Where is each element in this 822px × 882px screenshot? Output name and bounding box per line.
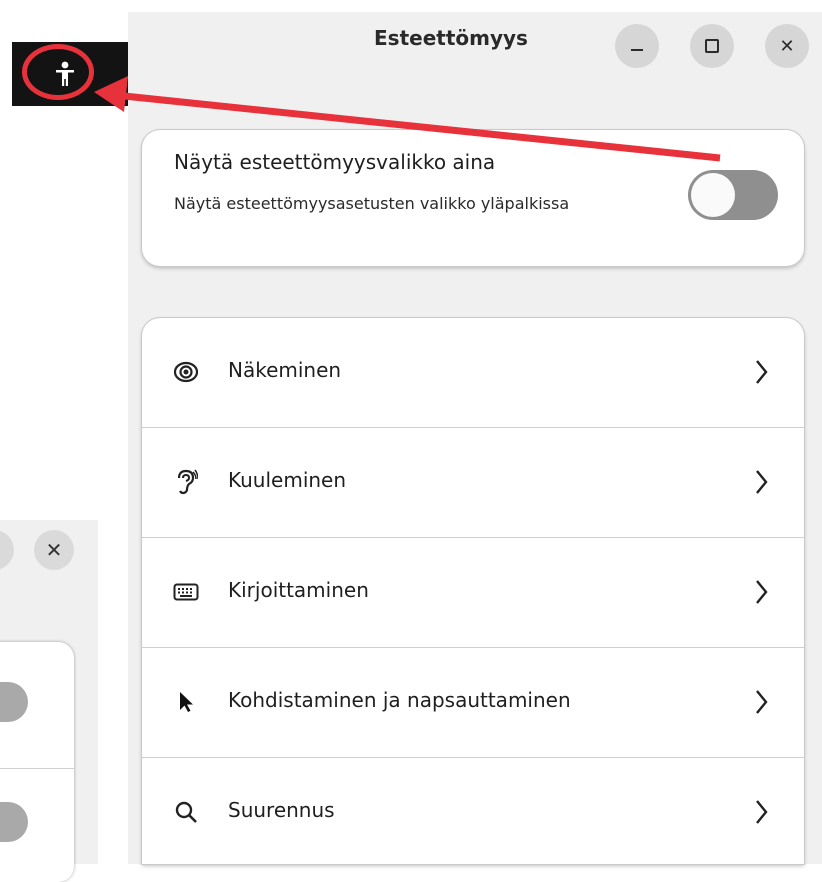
pointer-icon (172, 688, 200, 716)
background-maximize-button[interactable] (0, 530, 14, 570)
background-toggle-1[interactable] (0, 682, 28, 722)
background-close-button[interactable]: ✕ (34, 530, 74, 570)
minimize-icon (631, 49, 643, 51)
category-label: Kuuleminen (228, 468, 347, 492)
background-settings-card (0, 642, 74, 882)
chevron-right-icon (756, 470, 768, 494)
category-label: Kohdistaminen ja napsauttaminen (228, 688, 571, 712)
chevron-right-icon (756, 800, 768, 824)
window-title: Esteettömyys (374, 26, 528, 50)
ear-icon (172, 468, 200, 496)
eye-icon (172, 358, 200, 386)
category-label: Suurennus (228, 798, 335, 822)
category-row-nakeminen[interactable]: Näkeminen (142, 318, 804, 428)
close-icon: ✕ (45, 538, 63, 562)
chevron-right-icon (756, 690, 768, 714)
category-list: Näkeminen Kuuleminen Kirjoittaminen Kohd… (142, 318, 804, 864)
category-label: Kirjoittaminen (228, 578, 369, 602)
category-row-kuuleminen[interactable]: Kuuleminen (142, 428, 804, 538)
chevron-right-icon (756, 580, 768, 604)
always-show-menu-toggle[interactable] (688, 170, 778, 220)
always-show-menu-title: Näytä esteettömyysvalikko aina (174, 150, 496, 174)
minimize-button[interactable] (615, 24, 659, 68)
accessibility-window: Esteettömyys ✕ Näytä esteettömyysvalikko… (128, 12, 822, 864)
maximize-button[interactable] (690, 24, 734, 68)
maximize-icon (705, 39, 719, 53)
close-button[interactable]: ✕ (765, 24, 809, 68)
chevron-right-icon (756, 360, 768, 384)
annotation-circle (22, 44, 94, 100)
magnifier-icon (172, 798, 200, 826)
category-row-kohdistaminen[interactable]: Kohdistaminen ja napsauttaminen (142, 648, 804, 758)
category-row-kirjoittaminen[interactable]: Kirjoittaminen (142, 538, 804, 648)
category-label: Näkeminen (228, 358, 342, 382)
close-icon: ✕ (779, 35, 795, 57)
background-toggle-2[interactable] (0, 802, 28, 842)
keyboard-icon (172, 578, 200, 606)
background-window: ✕ (0, 520, 98, 882)
toggle-knob (691, 173, 735, 217)
divider (0, 768, 74, 769)
category-row-suurennus[interactable]: Suurennus (142, 758, 804, 868)
always-show-menu-card: Näytä esteettömyysvalikko aina Näytä est… (142, 130, 804, 266)
always-show-menu-subtitle: Näytä esteettömyysasetusten valikko yläp… (174, 194, 570, 213)
